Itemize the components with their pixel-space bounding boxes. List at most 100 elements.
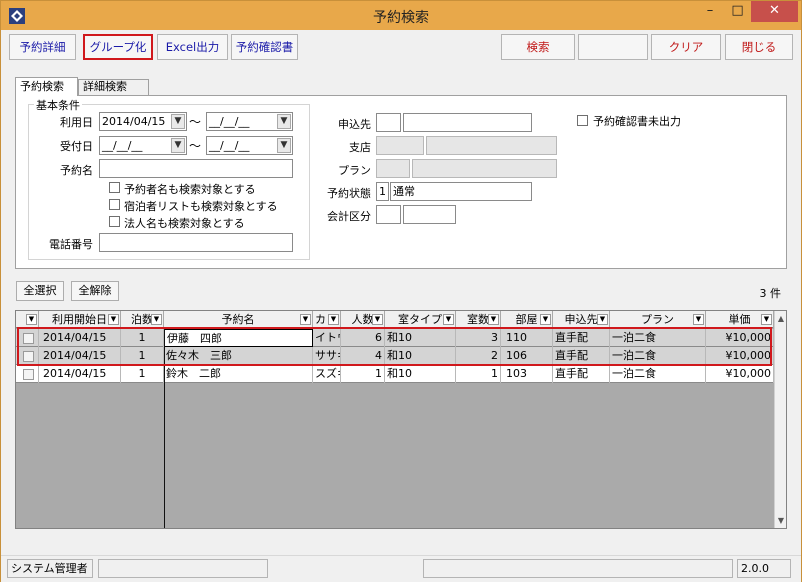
column-header-label: 利用開始日 bbox=[52, 313, 107, 326]
include-guest-list-label: 宿泊者リストも検索対象とする bbox=[124, 200, 278, 213]
branch-code-input bbox=[376, 136, 424, 155]
status-user: システム管理者 bbox=[7, 559, 93, 578]
column-header-label: 予約名 bbox=[221, 313, 255, 326]
minimize-button[interactable]: – bbox=[696, 1, 724, 22]
chevron-down-icon[interactable]: ▼ bbox=[488, 314, 499, 325]
use-date-from-value: 2014/04/15 bbox=[102, 115, 166, 128]
scroll-up-icon[interactable]: ▲ bbox=[775, 312, 786, 325]
received-date-label: 受付日 bbox=[60, 140, 93, 153]
cell-room: 103 bbox=[501, 365, 553, 383]
chevron-down-icon[interactable]: ▼ bbox=[171, 114, 185, 129]
plan-name-input bbox=[412, 159, 557, 178]
status-panel bbox=[98, 559, 268, 578]
toolbar: 予約詳細 グループ化 Excel出力 予約確認書 検索 クリア 閉じる bbox=[1, 30, 801, 64]
select-all-button[interactable]: 全選択 bbox=[16, 281, 64, 301]
chevron-down-icon[interactable]: ▼ bbox=[540, 314, 551, 325]
column-header[interactable]: 人数 ▼ bbox=[341, 311, 385, 328]
status-code-input[interactable]: 1 bbox=[376, 182, 389, 201]
close-window-button[interactable]: ✕ bbox=[751, 1, 798, 22]
column-header[interactable]: 予約名 ▼ bbox=[164, 311, 313, 328]
column-header[interactable]: カ ▼ bbox=[313, 311, 341, 328]
use-date-to-field[interactable]: __/__/__ ▼ bbox=[206, 112, 293, 131]
result-count: 3 件 bbox=[759, 287, 782, 300]
reservation-name-input[interactable] bbox=[99, 159, 293, 178]
confirmation-letter-button[interactable]: 予約確認書 bbox=[231, 34, 298, 60]
column-header-label: カ bbox=[315, 313, 326, 326]
grid-header: ▼ 利用開始日 ▼ 泊数 ▼ 予約名 ▼ カ ▼ 人数 ▼ 室タイプ ▼ 室数 ▼ 部屋 ▼ 申… bbox=[16, 311, 774, 328]
close-button[interactable]: 閉じる bbox=[725, 34, 793, 60]
status-bar: システム管理者 2.0.0 bbox=[1, 555, 801, 582]
tab-detail-search[interactable]: 詳細検索 bbox=[78, 79, 149, 95]
plan-code-input bbox=[376, 159, 410, 178]
received-date-from-field[interactable]: __/__/__ ▼ bbox=[99, 136, 187, 155]
column-header-label: 泊数 bbox=[131, 313, 153, 326]
unprinted-confirmation-label: 予約確認書未出力 bbox=[593, 115, 681, 128]
chevron-down-icon[interactable]: ▼ bbox=[693, 314, 704, 325]
vertical-scrollbar[interactable]: ▲ ▼ bbox=[774, 311, 786, 528]
cell-rooms: 1 bbox=[456, 365, 501, 383]
excel-export-button[interactable]: Excel出力 bbox=[157, 34, 228, 60]
include-guest-list-checkbox[interactable] bbox=[109, 199, 120, 210]
received-date-from-value: __/__/__ bbox=[102, 139, 143, 152]
chevron-down-icon[interactable]: ▼ bbox=[443, 314, 454, 325]
clear-button[interactable]: クリア bbox=[651, 34, 721, 60]
chevron-down-icon[interactable]: ▼ bbox=[108, 314, 119, 325]
accounting-name-input[interactable] bbox=[403, 205, 456, 224]
unprinted-confirmation-checkbox[interactable] bbox=[577, 115, 588, 126]
chevron-down-icon[interactable]: ▼ bbox=[761, 314, 772, 325]
branch-label: 支店 bbox=[349, 141, 371, 154]
column-header[interactable]: 部屋 ▼ bbox=[501, 311, 553, 328]
phone-input[interactable] bbox=[99, 233, 293, 252]
accounting-class-label: 会計区分 bbox=[327, 210, 371, 223]
column-header-label: 室数 bbox=[467, 313, 489, 326]
chevron-down-icon[interactable]: ▼ bbox=[277, 114, 291, 129]
chevron-down-icon[interactable]: ▼ bbox=[171, 138, 185, 153]
window-title: 予約検索 bbox=[373, 10, 429, 26]
applicant-code-input[interactable] bbox=[376, 113, 401, 132]
include-corporate-label: 法人名も検索対象とする bbox=[124, 217, 245, 230]
chevron-down-icon[interactable]: ▼ bbox=[300, 314, 311, 325]
column-header[interactable]: プラン ▼ bbox=[610, 311, 706, 328]
chevron-down-icon[interactable]: ▼ bbox=[26, 314, 37, 325]
use-date-from-field[interactable]: 2014/04/15 ▼ bbox=[99, 112, 187, 131]
phone-label: 電話番号 bbox=[49, 238, 93, 251]
search-button[interactable]: 検索 bbox=[501, 34, 575, 60]
chevron-down-icon[interactable]: ▼ bbox=[277, 138, 291, 153]
group-button[interactable]: グループ化 bbox=[83, 34, 153, 60]
column-header[interactable]: 室タイプ ▼ bbox=[385, 311, 456, 328]
table-row[interactable]: 2014/04/15 1 鈴木 二郎 スズキ 1 和10 1 103 直手配 一… bbox=[16, 365, 774, 383]
use-date-label: 利用日 bbox=[60, 116, 93, 129]
chevron-down-icon[interactable]: ▼ bbox=[328, 314, 339, 325]
blank-toolbar-button[interactable] bbox=[578, 34, 648, 60]
include-booker-label: 予約者名も検索対象とする bbox=[124, 183, 256, 196]
deselect-all-button[interactable]: 全解除 bbox=[71, 281, 119, 301]
maximize-button[interactable]: □ bbox=[724, 1, 751, 22]
use-date-to-value: __/__/__ bbox=[209, 115, 250, 128]
include-booker-checkbox[interactable] bbox=[109, 182, 120, 193]
accounting-code-input[interactable] bbox=[376, 205, 401, 224]
status-name-input[interactable]: 通常 bbox=[390, 182, 532, 201]
applicant-name-input[interactable] bbox=[403, 113, 532, 132]
row-checkbox[interactable] bbox=[23, 369, 34, 380]
column-header-label: プラン bbox=[641, 313, 674, 326]
column-header[interactable]: 室数 ▼ bbox=[456, 311, 501, 328]
app-window: 予約検索 – □ ✕ 予約詳細 グループ化 Excel出力 予約確認書 検索 ク… bbox=[0, 0, 802, 582]
column-header-label: 申込先 bbox=[564, 313, 598, 326]
include-corporate-checkbox[interactable] bbox=[109, 216, 120, 227]
select-column-header[interactable]: ▼ bbox=[16, 311, 39, 328]
column-header[interactable]: 泊数 ▼ bbox=[121, 311, 164, 328]
chevron-down-icon[interactable]: ▼ bbox=[372, 314, 383, 325]
tab-reservation-search[interactable]: 予約検索 bbox=[15, 77, 78, 96]
reservation-name-label: 予約名 bbox=[60, 164, 93, 177]
column-header[interactable]: 単価 ▼ bbox=[706, 311, 774, 328]
reservation-detail-button[interactable]: 予約詳細 bbox=[9, 34, 76, 60]
column-header[interactable]: 申込先 ▼ bbox=[553, 311, 610, 328]
column-header[interactable]: 利用開始日 ▼ bbox=[39, 311, 121, 328]
status-panel bbox=[423, 559, 733, 578]
row-select-cell[interactable] bbox=[16, 365, 39, 383]
cell-applicant: 直手配 bbox=[553, 365, 610, 383]
scroll-down-icon[interactable]: ▼ bbox=[775, 514, 786, 527]
chevron-down-icon[interactable]: ▼ bbox=[151, 314, 162, 325]
received-date-to-field[interactable]: __/__/__ ▼ bbox=[206, 136, 293, 155]
chevron-down-icon[interactable]: ▼ bbox=[597, 314, 608, 325]
